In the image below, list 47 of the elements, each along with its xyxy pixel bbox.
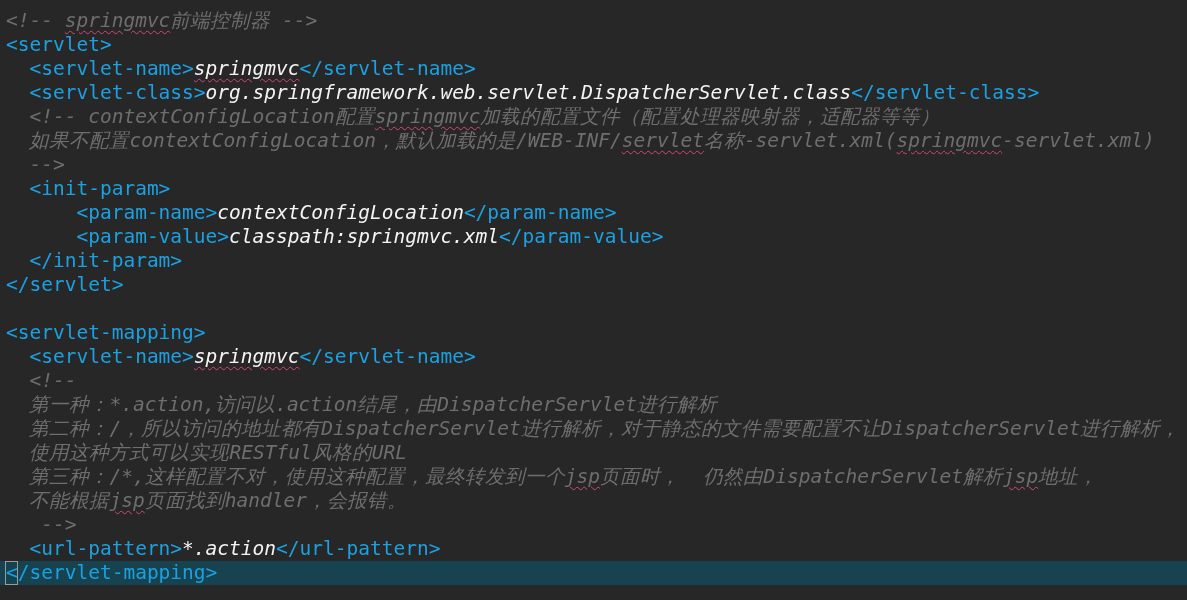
misspelled-word: jsp bbox=[109, 489, 145, 512]
xml-tag: <param-name> bbox=[6, 201, 218, 224]
code-comment: 第一种：*.action,访问以.action结尾，由DispatcherServlet进行解析 bbox=[28, 393, 717, 416]
code-comment: <!-- contextConfigLocation配置 bbox=[28, 105, 375, 128]
misspelled-word: jsp bbox=[1003, 465, 1039, 488]
tag-value: contextConfigLocation bbox=[217, 201, 464, 224]
code-comment: 页面找到handler，会报错。 bbox=[144, 489, 407, 512]
misspelled-word: springmvc bbox=[193, 57, 300, 80]
tag-value: *.action bbox=[182, 537, 277, 560]
code-comment: -servlet.xml) bbox=[1002, 129, 1155, 152]
code-comment: 名称-servlet.xml( bbox=[703, 129, 897, 152]
tag-value: org.springframework.web.servlet.DispatcherServlet.class bbox=[205, 81, 852, 104]
code-comment: --> bbox=[40, 513, 77, 536]
misspelled-word: jsp bbox=[564, 465, 600, 488]
xml-tag: </servlet> bbox=[6, 273, 124, 296]
xml-tag: <init-param> bbox=[6, 177, 171, 200]
xml-tag: </url-pattern> bbox=[276, 537, 441, 560]
code-comment: --> bbox=[28, 153, 65, 176]
code-comment: 前端控制器 --> bbox=[170, 9, 318, 32]
xml-tag: </param-value> bbox=[499, 225, 664, 248]
misspelled-word: springmvc bbox=[896, 129, 1003, 152]
xml-tag: </servlet-class> bbox=[851, 81, 1040, 104]
xml-tag: <servlet-name> bbox=[6, 57, 194, 80]
code-comment: 地址， bbox=[1038, 465, 1099, 488]
code-comment: 第二种：/，所以访问的地址都有DispatcherServlet进行解析，对于静态的文件需要配置不让DispatcherServlet进行解析， bbox=[28, 417, 1181, 440]
misspelled-word: servlet bbox=[621, 129, 704, 152]
xml-tag: <param-value> bbox=[6, 225, 230, 248]
code-comment: 如果不配置contextConfigLocation，默认加载的是/WEB-INF/ bbox=[28, 129, 622, 152]
code-comment: 页面时， 仍然由DispatcherServlet解析 bbox=[599, 465, 1003, 488]
code-comment: <!-- bbox=[6, 9, 54, 32]
xml-tag: <servlet-mapping> bbox=[6, 321, 206, 344]
code-comment: 第三种：/*,这样配置不对，使用这种配置，最终转发到一个 bbox=[28, 465, 565, 488]
misspelled-word: springmvc bbox=[64, 9, 171, 32]
xml-tag: <url-pattern> bbox=[6, 537, 183, 560]
code-comment: 使用这种方式可以实现RESTful风格的URL bbox=[28, 441, 407, 464]
xml-tag: </servlet-name> bbox=[299, 57, 476, 80]
code-comment: 加载的配置文件（配置处理器映射器，适配器等等） bbox=[480, 105, 941, 128]
misspelled-word: springmvc bbox=[193, 345, 300, 368]
xml-tag: <servlet-name> bbox=[6, 345, 194, 368]
tag-value: classpath:springmvc.xml bbox=[229, 225, 500, 248]
xml-tag: </param-name> bbox=[463, 201, 617, 224]
xml-tag: </init-param> bbox=[6, 249, 183, 272]
xml-tag: </servlet-name> bbox=[299, 345, 476, 368]
code-comment: 不能根据 bbox=[28, 489, 110, 512]
xml-tag: <servlet> bbox=[6, 33, 112, 56]
code-comment: <!-- bbox=[28, 369, 77, 392]
xml-tag: <servlet-class> bbox=[6, 81, 206, 104]
